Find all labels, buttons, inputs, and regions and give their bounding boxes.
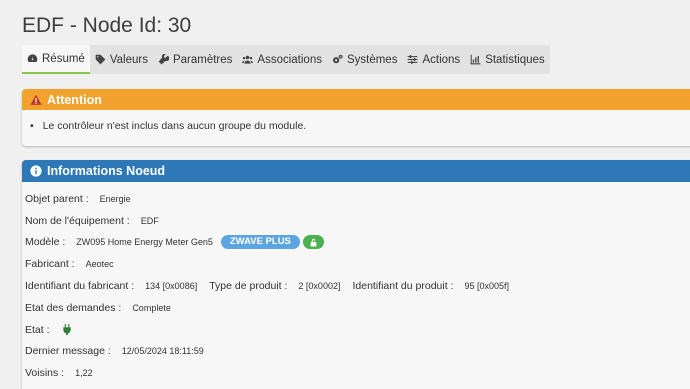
name-value: EDF [140,215,159,226]
ids-row: Identifiant du fabricant : 134 [0x0086] … [25,275,690,297]
tab-label: Paramètres [172,53,233,66]
attention-header: Attention [22,89,690,110]
tab-resume[interactable]: Résumé [22,45,90,74]
parent-value: Energie [99,193,131,204]
product-type-value: 2 [0x0002] [298,281,341,292]
tab-systemes[interactable]: Systèmes [327,45,403,74]
info-panel: Informations Noeud Objet parent : Energi… [22,160,690,389]
unlock-icon [310,238,317,247]
node-tabs: Résumé Valeurs Paramètres Associations S… [22,45,550,74]
parent-label: Objet parent : [25,192,89,205]
maker-label: Fabricant : [25,258,75,271]
requests-row: Etat des demandes : Complete [25,297,690,319]
plug-icon [62,324,71,336]
tab-actions[interactable]: Actions [402,45,465,74]
attention-panel: Attention Le contrôleur n'est inclus dan… [22,89,690,146]
maker-value: Aeotec [85,259,114,270]
wrench-icon [158,54,169,65]
last-message-value: 12/05/2024 18:11:59 [121,346,204,357]
chart-icon [470,54,481,65]
warning-icon [30,94,42,105]
neighbors-value: 1,22 [75,368,93,379]
tab-label: Statistiques [485,53,545,66]
model-label: Modèle : [25,236,66,249]
product-id-value: 95 [0x005f] [464,281,510,292]
page-title: EDF - Node Id: 30 [22,14,192,37]
tab-label: Systèmes [346,53,398,66]
tab-associations[interactable]: Associations [237,45,327,74]
maker-row: Fabricant : Aeotec [25,253,690,275]
last-message-row: Dernier message : 12/05/2024 18:11:59 [25,341,690,363]
tab-statistiques[interactable]: Statistiques [465,45,549,74]
requests-value: Complete [132,302,171,313]
info-title: Informations Noeud [47,164,166,178]
last-message-label: Dernier message : [25,345,111,358]
tab-label: Associations [257,53,322,66]
product-type-label: Type de produit : [209,280,288,293]
neighbors-row: Voisins : 1,22 [25,362,690,384]
name-label: Nom de l'équipement : [25,214,130,227]
tag-icon [95,54,106,65]
cogs-icon [333,54,343,64]
info-header: Informations Noeud [22,160,690,182]
security-badge [302,235,324,250]
name-row: Nom de l'équipement : EDF [25,210,690,232]
state-label: Etat : [25,323,50,336]
zwave-plus-badge: ZWAVE PLUS [220,235,300,250]
maker-id-label: Identifiant du fabricant : [25,280,135,293]
parent-row: Objet parent : Energie [25,188,690,210]
state-row: Etat : [25,319,690,341]
attention-message: Le contrôleur n'est inclus dans aucun gr… [30,120,690,132]
requests-label: Etat des demandes : [25,301,122,314]
sliders-icon [408,55,418,64]
maker-id-value: 134 [0x0086] [145,281,198,292]
model-value: ZW095 Home Energy Meter Gen5 [76,237,213,248]
product-id-label: Identifiant du produit : [352,280,454,293]
info-circle-icon [30,165,42,177]
tab-label: Résumé [42,52,85,65]
users-icon [242,55,254,64]
attention-title: Attention [47,92,102,107]
dashboard-icon [27,54,38,62]
model-row: Modèle : ZW095 Home Energy Meter Gen5 ZW… [25,232,690,254]
tab-parametres[interactable]: Paramètres [153,45,237,74]
neighbors-label: Voisins : [25,367,65,380]
tab-label: Actions [422,53,461,66]
tab-label: Valeurs [109,53,148,66]
tab-valeurs[interactable]: Valeurs [90,45,153,74]
